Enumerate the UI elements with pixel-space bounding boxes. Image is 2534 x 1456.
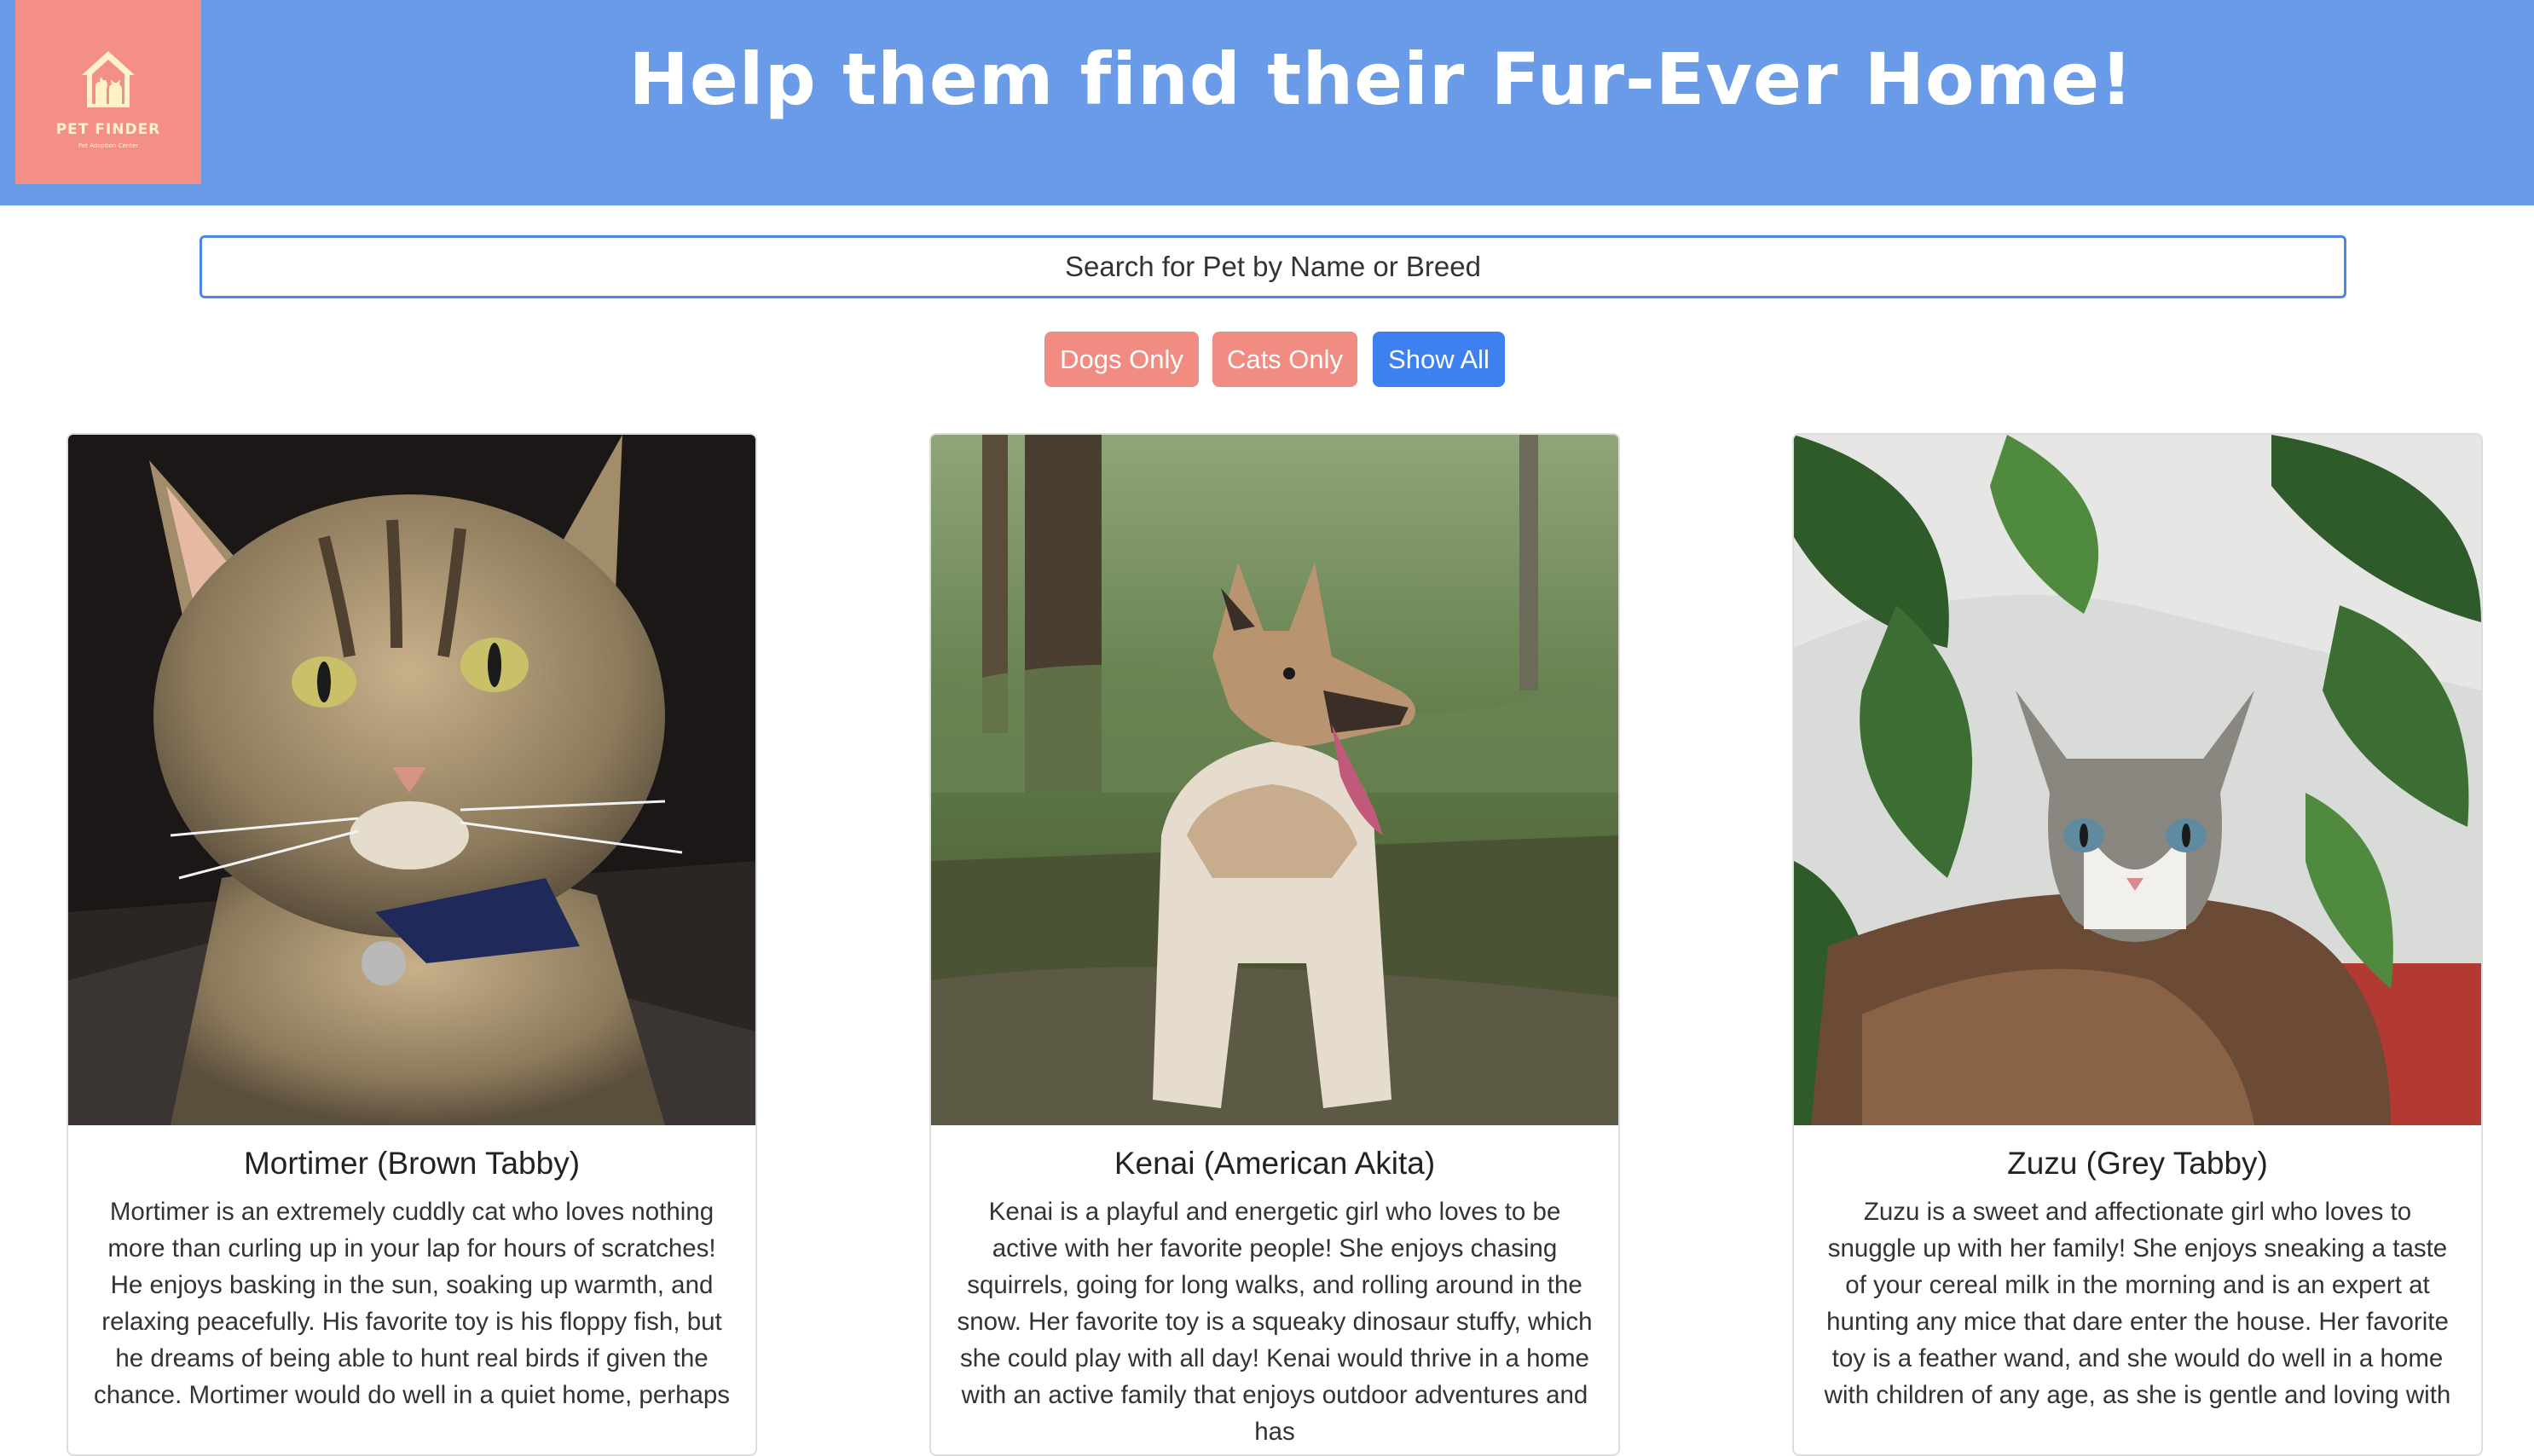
logo-name: PET FINDER [55, 120, 161, 138]
cats-only-button[interactable]: Cats Only [1212, 332, 1357, 387]
pet-name: Kenai (American Akita) [1114, 1146, 1436, 1181]
grey-tabby-cat-photo [1794, 435, 2481, 1125]
site-header: PET FINDER Pet Adoption Center Help them… [0, 0, 2534, 205]
search-input[interactable] [200, 235, 2346, 298]
pet-card-kenai[interactable]: Kenai (American Akita) Kenai is a playfu… [929, 433, 1620, 1456]
brown-tabby-cat-photo [68, 435, 755, 1125]
pet-description: Kenai is a playful and energetic girl wh… [957, 1198, 1593, 1446]
pet-description: Zuzu is a sweet and affectionate girl wh… [1824, 1198, 2451, 1409]
pet-card-zuzu[interactable]: Zuzu (Grey Tabby) Zuzu is a sweet and af… [1792, 433, 2483, 1456]
logo-tagline: Pet Adoption Center [78, 142, 139, 149]
dogs-only-button[interactable]: Dogs Only [1044, 332, 1199, 387]
pet-name: Mortimer (Brown Tabby) [243, 1146, 581, 1181]
pet-description: Mortimer is an extremely cuddly cat who … [93, 1198, 731, 1409]
akita-dog-photo [931, 435, 1618, 1125]
pet-card-mortimer[interactable]: Mortimer (Brown Tabby) Mortimer is an ex… [67, 433, 757, 1456]
pet-name: Zuzu (Grey Tabby) [2007, 1146, 2268, 1181]
show-all-button[interactable]: Show All [1373, 332, 1505, 387]
page-title: Help them find their Fur-Ever Home! [628, 38, 2134, 121]
